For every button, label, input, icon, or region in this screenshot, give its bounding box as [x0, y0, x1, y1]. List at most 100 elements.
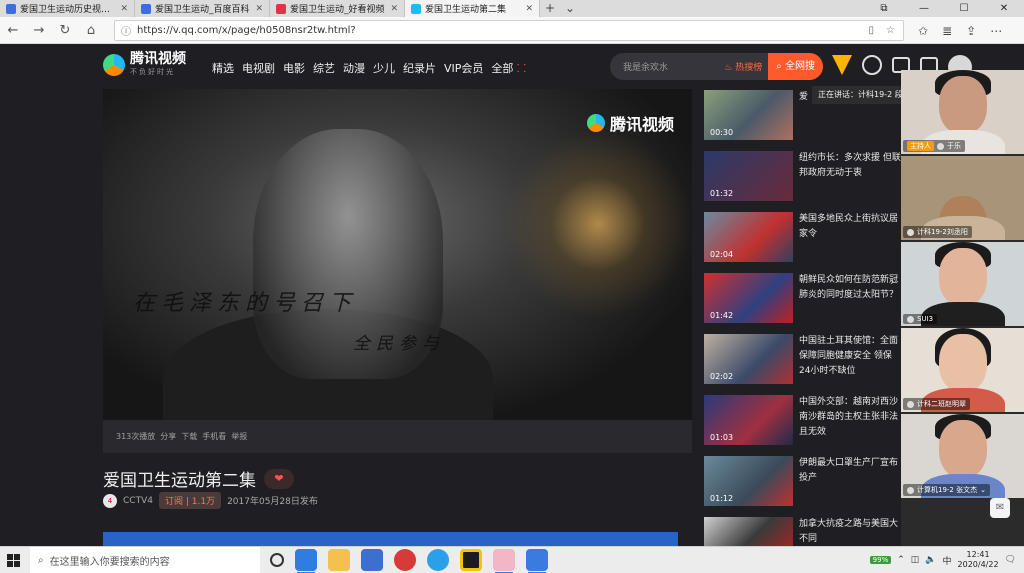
- tencent-classroom-icon[interactable]: [427, 549, 449, 571]
- battery-indicator[interactable]: 99%: [869, 556, 892, 564]
- mail-icon[interactable]: [361, 549, 383, 571]
- video-call-panel: 主持人 于乐 计科19-2刘丞阳 SUI3 计科二班赵明翠 计算机19-2 张文杰…: [901, 70, 1024, 546]
- browser-tab-2[interactable]: 爱国卫生运动_百度百科 ✕: [135, 0, 270, 17]
- share-link[interactable]: 分享: [160, 431, 176, 442]
- related-item[interactable]: 01:32 纽约市长：多次求援 但联邦政府无动于衷: [704, 149, 904, 210]
- search-button[interactable]: ⌕ 全网搜: [768, 53, 823, 80]
- home-icon[interactable]: ⌂: [78, 23, 104, 38]
- related-item[interactable]: 02:02 中国驻土耳其使馆：全面保障同胞健康安全 领保24小时不缺位: [704, 332, 904, 393]
- browser-tab-3[interactable]: 爱国卫生运动_好看视频 ✕: [270, 0, 405, 17]
- video-player[interactable]: 腾讯视频 在毛泽东的号召下 全民参与: [103, 89, 692, 420]
- related-item[interactable]: 01:12 伊朗最大口罩生产厂宣布投产: [704, 454, 904, 515]
- favorites-icon[interactable]: ✩: [918, 24, 928, 38]
- ime-indicator[interactable]: 中: [943, 554, 952, 567]
- nav-item[interactable]: 精选: [212, 60, 234, 76]
- nav-item[interactable]: 电影: [283, 60, 305, 76]
- nav-item[interactable]: 少儿: [373, 60, 395, 76]
- share-icon[interactable]: ⇪: [966, 24, 976, 38]
- mobile-watch-link[interactable]: 手机看: [202, 431, 226, 442]
- channel-name[interactable]: CCTV4: [123, 496, 153, 506]
- browser-tab-1[interactable]: 爱国卫生运动历史视频_百度 ✕: [0, 0, 135, 17]
- meeting-app-icon[interactable]: [526, 549, 548, 573]
- participant-tile[interactable]: SUI3: [901, 242, 1024, 326]
- file-explorer-icon[interactable]: [328, 549, 350, 571]
- tray-expand-icon[interactable]: ⌃: [897, 555, 905, 565]
- close-tab-icon[interactable]: ✕: [390, 4, 398, 14]
- related-title[interactable]: 加拿大抗疫之路与美国大不同: [799, 517, 901, 547]
- nav-item[interactable]: 电视剧: [242, 60, 275, 76]
- feedback-icon[interactable]: ✉: [990, 498, 1010, 518]
- report-link[interactable]: 举报: [231, 431, 247, 442]
- minimize-icon[interactable]: —: [904, 0, 944, 17]
- tab-dropdown-icon[interactable]: ⌄: [560, 0, 580, 17]
- close-tab-icon[interactable]: ✕: [525, 4, 533, 14]
- refresh-icon[interactable]: ↻: [52, 23, 78, 38]
- like-icon[interactable]: ❤: [264, 468, 294, 489]
- related-title[interactable]: 伊朗最大口罩生产厂宣布投产: [799, 456, 901, 486]
- participant-tile[interactable]: 计科二班赵明翠: [901, 328, 1024, 412]
- video-thumbnail[interactable]: 02:04: [704, 212, 793, 262]
- browser-tab-4[interactable]: 爱国卫生运动第二集 ✕: [405, 0, 540, 17]
- related-item[interactable]: 01:03 中国外交部：越南对西沙南沙群岛的主权主张非法且无效: [704, 393, 904, 454]
- video-thumbnail[interactable]: 02:02: [704, 334, 793, 384]
- new-tab-icon[interactable]: +: [540, 0, 560, 17]
- yellow-app-icon[interactable]: [460, 549, 482, 571]
- netease-music-icon[interactable]: [394, 549, 416, 571]
- window-restore-icon[interactable]: ⧉: [864, 0, 904, 17]
- close-tab-icon[interactable]: ✕: [120, 4, 128, 14]
- network-icon[interactable]: ◫: [911, 555, 920, 565]
- flower-app-icon[interactable]: [493, 549, 515, 573]
- related-title[interactable]: 中国驻土耳其使馆：全面保障同胞健康安全 领保24小时不缺位: [799, 334, 901, 379]
- forward-icon[interactable]: →: [26, 23, 52, 38]
- clock[interactable]: 12:41 2020/4/22: [958, 550, 999, 570]
- related-title[interactable]: 朝鲜民众如何在防范新冠肺炎的同时度过太阳节？: [799, 273, 901, 303]
- subscribe-button[interactable]: 订阅 | 1.1万: [158, 492, 222, 509]
- maximize-icon[interactable]: ☐: [944, 0, 984, 17]
- start-icon[interactable]: [0, 553, 26, 567]
- volume-icon[interactable]: 🔈: [925, 555, 936, 565]
- search-input[interactable]: 我是余欢水: [610, 60, 724, 73]
- nav-item[interactable]: VIP会员: [444, 60, 483, 76]
- download-link[interactable]: 下载: [181, 431, 197, 442]
- chevron-down-icon[interactable]: ⌄: [980, 486, 986, 494]
- vip-icon[interactable]: [832, 55, 852, 75]
- nav-item-all[interactable]: 全部 ⸬: [491, 60, 526, 76]
- site-info-icon[interactable]: ⓘ: [121, 23, 131, 38]
- related-title[interactable]: 中国外交部：越南对西沙南沙群岛的主权主张非法且无效: [799, 395, 901, 440]
- reading-view-icon[interactable]: ▯: [869, 25, 875, 36]
- close-window-icon[interactable]: ✕: [984, 0, 1024, 17]
- back-icon[interactable]: ←: [0, 23, 26, 38]
- channel-avatar[interactable]: 4: [103, 493, 117, 508]
- participant-tile[interactable]: 计算机19-2 张文杰 ⌄: [901, 414, 1024, 498]
- hot-search-link[interactable]: ♨ 热搜榜: [724, 60, 768, 73]
- close-tab-icon[interactable]: ✕: [255, 4, 263, 14]
- video-info-bar: 313次播放 分享 下载 手机看 举报: [103, 420, 692, 453]
- collapse-panel-icon[interactable]: ›: [890, 275, 894, 288]
- nav-item[interactable]: 综艺: [313, 60, 335, 76]
- video-thumbnail[interactable]: 01:03: [704, 395, 793, 445]
- nav-item[interactable]: 动漫: [343, 60, 365, 76]
- task-view-icon[interactable]: [270, 553, 284, 567]
- history-icon[interactable]: [862, 55, 882, 75]
- tab-label: 爱国卫生运动_百度百科: [155, 5, 250, 15]
- related-item[interactable]: 01:42 朝鲜民众如何在防范新冠肺炎的同时度过太阳节？: [704, 271, 904, 332]
- subscriber-count: 1.1万: [191, 497, 216, 507]
- related-title[interactable]: 纽约市长：多次求援 但联邦政府无动于衷: [799, 151, 901, 181]
- video-thumbnail[interactable]: 01:12: [704, 456, 793, 506]
- related-title[interactable]: 美国多地民众上街抗议居家令: [799, 212, 901, 242]
- nav-item[interactable]: 纪录片: [403, 60, 436, 76]
- edge-icon[interactable]: [295, 549, 317, 573]
- site-logo[interactable]: 腾讯视频 不负好时光: [103, 52, 186, 77]
- video-thumbnail[interactable]: 01:42: [704, 273, 793, 323]
- more-icon[interactable]: ⋯: [990, 24, 1002, 38]
- favorite-star-icon[interactable]: ☆: [886, 25, 895, 36]
- related-item[interactable]: 02:04 美国多地民众上街抗议居家令: [704, 210, 904, 271]
- taskbar-search[interactable]: ⌕ 在这里输入你要搜索的内容: [30, 546, 260, 573]
- url-field[interactable]: ⓘ https://v.qq.com/x/page/h0508nsr2tw.ht…: [114, 20, 904, 41]
- participant-tile[interactable]: 计科19-2刘丞阳: [901, 156, 1024, 240]
- participant-tile[interactable]: 主持人 于乐: [901, 70, 1024, 154]
- notifications-icon[interactable]: 🗨: [1005, 555, 1016, 565]
- video-thumbnail[interactable]: 01:32: [704, 151, 793, 201]
- reading-list-icon[interactable]: ≣: [942, 24, 952, 38]
- video-thumbnail[interactable]: 00:30: [704, 90, 793, 140]
